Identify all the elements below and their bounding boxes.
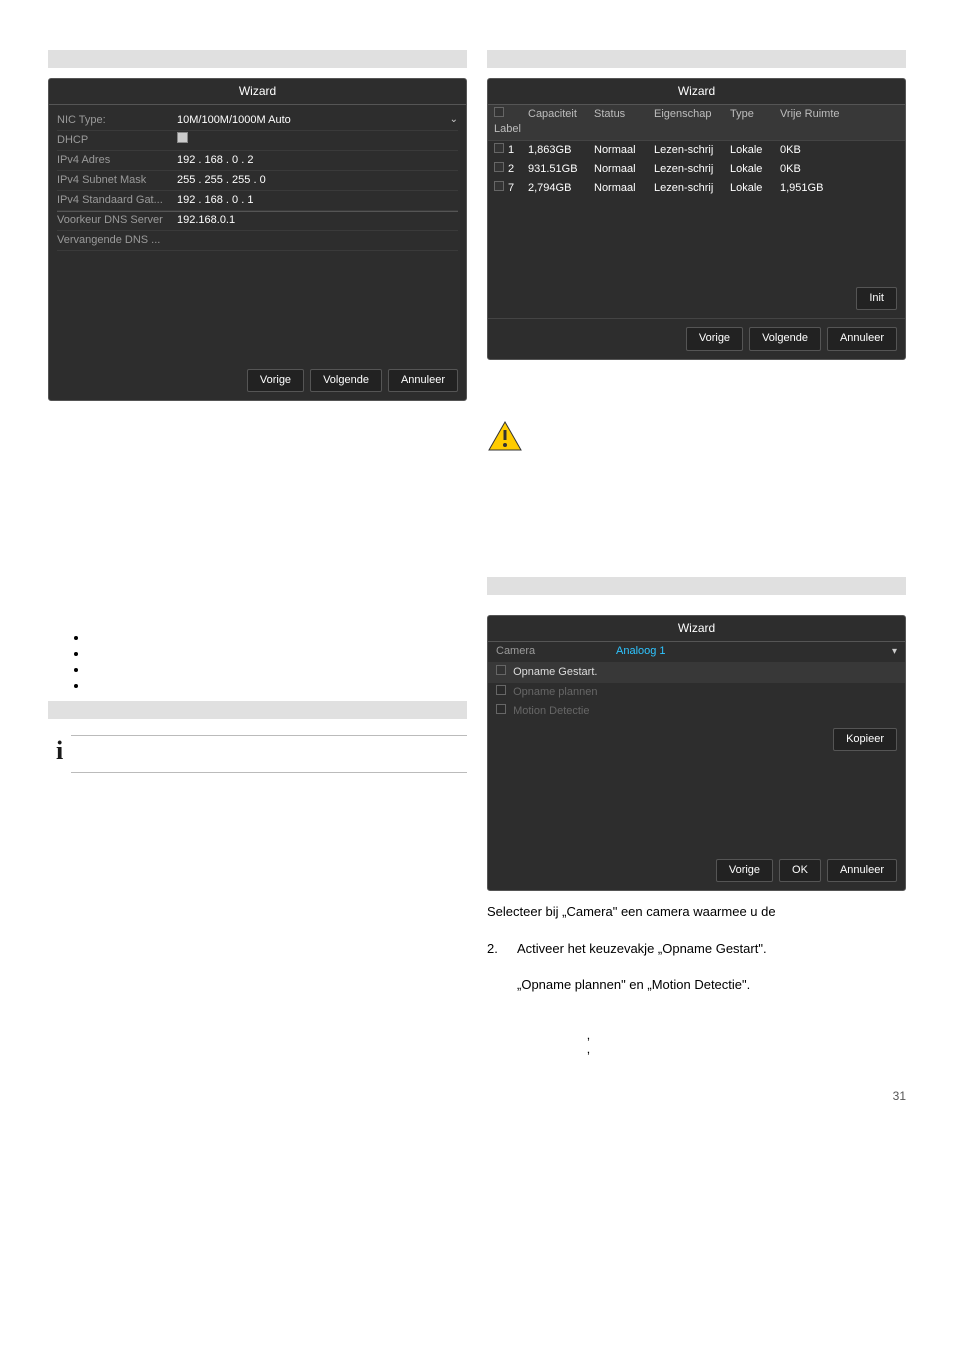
previous-button[interactable]: Vorige (247, 369, 304, 392)
row-type: Lokale (730, 181, 780, 196)
wizard-recording-panel: Wizard Camera Analoog 1 ▾ Opname Gestart… (487, 615, 906, 892)
col-free: Vrije Ruimte (780, 107, 905, 138)
col-property: Eigenschap (654, 107, 730, 138)
select-camera-text: Selecteer bij „Camera" een camera waarme… (487, 903, 906, 921)
chevron-down-icon[interactable]: ⌄ (450, 113, 458, 127)
ipv4-gateway-label: IPv4 Standaard Gat... (57, 193, 177, 208)
opname-plannen-checkbox[interactable] (496, 685, 506, 695)
cancel-button[interactable]: Annuleer (827, 327, 897, 350)
step-number: 2. (487, 940, 499, 958)
dns1-label: Voorkeur DNS Server (57, 213, 177, 228)
ipv4-gateway-value[interactable]: 192 . 168 . 0 . 1 (177, 193, 458, 208)
wizard-network-panel: Wizard NIC Type: 10M/100M/1000M Auto ⌄ D… (48, 78, 467, 401)
camera-value[interactable]: Analoog 1 (616, 644, 892, 659)
row-free: 0KB (780, 143, 905, 158)
row-free: 1,951GB (780, 181, 905, 196)
hdd-row[interactable]: 2 931.51GB Normaal Lezen-schrij Lokale 0… (488, 160, 905, 179)
previous-button[interactable]: Vorige (716, 859, 773, 882)
ok-button[interactable]: OK (779, 859, 821, 882)
section-header-left (48, 50, 467, 68)
step-text: Activeer het keuzevakje „Opname Gestart"… (517, 940, 767, 958)
stray-mark: ‚ (487, 1040, 906, 1054)
row-prop: Lezen-schrij (654, 181, 730, 196)
hdd-row[interactable]: 1 1,863GB Normaal Lezen-schrij Lokale 0K… (488, 141, 905, 160)
opname-plannen-label: Opname plannen (513, 686, 597, 698)
row-status: Normaal (594, 181, 654, 196)
col-capacity: Capaciteit (528, 107, 594, 138)
list-item (88, 677, 467, 693)
camera-label: Camera (496, 644, 616, 659)
wizard-title: Wizard (49, 79, 466, 105)
select-all-checkbox[interactable] (494, 107, 504, 117)
list-item (88, 661, 467, 677)
row-prop: Lezen-schrij (654, 143, 730, 158)
cancel-button[interactable]: Annuleer (388, 369, 458, 392)
wizard-hdd-panel: Wizard Label Capaciteit Status Eigenscha… (487, 78, 906, 360)
row-status: Normaal (594, 162, 654, 177)
ipv4-mask-label: IPv4 Subnet Mask (57, 173, 177, 188)
section-header-right (487, 50, 906, 68)
row-prop: Lezen-schrij (654, 162, 730, 177)
warning-icon (487, 420, 523, 452)
dns1-value[interactable]: 192.168.0.1 (177, 213, 458, 228)
chevron-down-icon[interactable]: ▾ (892, 645, 897, 659)
row-type: Lokale (730, 143, 780, 158)
col-label: Label (494, 123, 521, 135)
opname-gestart-label: Opname Gestart. (513, 666, 597, 678)
row-type: Lokale (730, 162, 780, 177)
ipv4-address-label: IPv4 Adres (57, 153, 177, 168)
motion-detectie-label: Motion Detectie (513, 705, 589, 717)
cancel-button[interactable]: Annuleer (827, 859, 897, 882)
col-type: Type (730, 107, 780, 138)
row-id: 7 (508, 182, 514, 194)
nic-type-value[interactable]: 10M/100M/1000M Auto (177, 113, 450, 128)
copy-button[interactable]: Kopieer (833, 728, 897, 751)
opname-gestart-checkbox[interactable] (496, 665, 506, 675)
row-id: 1 (508, 144, 514, 156)
wizard-title: Wizard (488, 616, 905, 642)
col-status: Status (594, 107, 654, 138)
stray-mark: ‚ (487, 1026, 906, 1040)
row-checkbox[interactable] (494, 143, 504, 153)
row-cap: 1,863GB (528, 143, 594, 158)
next-button[interactable]: Volgende (749, 327, 821, 350)
section-header-rec (487, 577, 906, 595)
row-checkbox[interactable] (494, 162, 504, 172)
init-button[interactable]: Init (856, 287, 897, 310)
next-button[interactable]: Volgende (310, 369, 382, 392)
ipv4-address-value[interactable]: 192 . 168 . 0 . 2 (177, 153, 458, 168)
step-after-text: „Opname plannen" en „Motion Detectie". (487, 976, 906, 994)
motion-detectie-checkbox[interactable] (496, 704, 506, 714)
page-number: 31 (0, 1084, 954, 1135)
bullet-list (88, 629, 467, 693)
dns2-label: Vervangende DNS ... (57, 233, 177, 248)
nic-type-label: NIC Type: (57, 113, 177, 128)
info-icon: i (48, 729, 71, 773)
row-status: Normaal (594, 143, 654, 158)
row-free: 0KB (780, 162, 905, 177)
wizard-title: Wizard (488, 79, 905, 105)
row-checkbox[interactable] (494, 181, 504, 191)
dhcp-label: DHCP (57, 133, 177, 148)
section-bar (48, 701, 467, 719)
previous-button[interactable]: Vorige (686, 327, 743, 350)
row-id: 2 (508, 163, 514, 175)
row-cap: 931.51GB (528, 162, 594, 177)
ipv4-mask-value[interactable]: 255 . 255 . 255 . 0 (177, 173, 458, 188)
hdd-table-header: Label Capaciteit Status Eigenschap Type … (488, 105, 905, 141)
list-item (88, 629, 467, 645)
row-cap: 2,794GB (528, 181, 594, 196)
dhcp-checkbox[interactable] (177, 132, 188, 143)
hdd-row[interactable]: 7 2,794GB Normaal Lezen-schrij Lokale 1,… (488, 179, 905, 198)
list-item (88, 645, 467, 661)
